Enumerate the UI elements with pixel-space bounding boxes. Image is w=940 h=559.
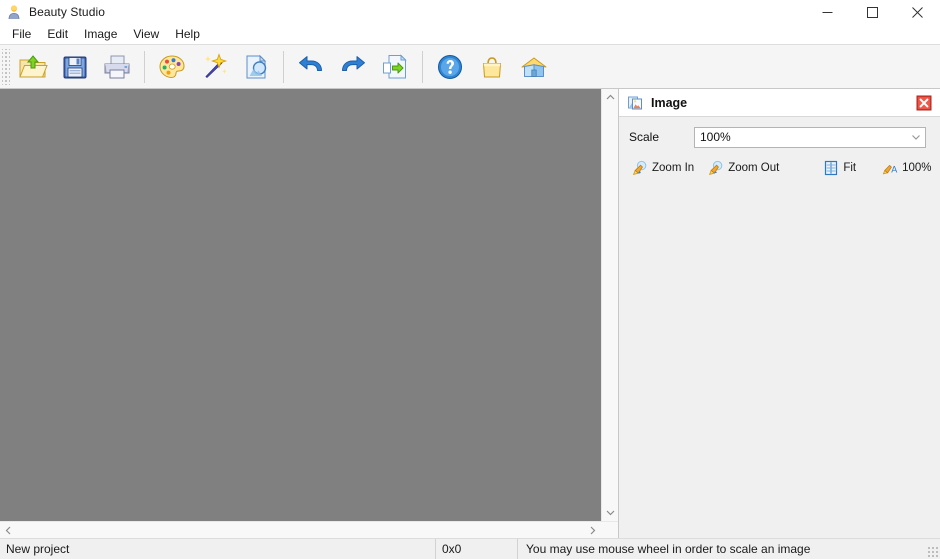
image-panel: Image Scale 100% Zoom In Zoom Out Fit A … — [618, 89, 940, 538]
menu-item-edit[interactable]: Edit — [39, 25, 76, 44]
svg-text:A: A — [891, 164, 897, 174]
person-bust-icon — [6, 4, 22, 20]
close-icon — [912, 6, 923, 18]
scale-label: Scale — [629, 130, 660, 144]
open-folder-icon — [19, 54, 48, 77]
close-red-icon — [916, 95, 932, 111]
minimize-button[interactable] — [805, 0, 850, 24]
image-preview-icon — [246, 54, 267, 78]
close-button[interactable] — [895, 0, 940, 24]
vertical-scroll-track[interactable] — [602, 106, 618, 504]
canvas-row — [0, 89, 618, 521]
zoom-out-action[interactable]: Zoom Out — [708, 158, 779, 178]
menu-item-file[interactable]: File — [4, 25, 39, 44]
menu-item-view[interactable]: View — [125, 25, 167, 44]
minimize-icon — [822, 11, 833, 13]
resize-grip[interactable] — [927, 546, 939, 558]
image-panel-icon — [627, 95, 643, 111]
home-button[interactable] — [513, 47, 555, 87]
scale-combobox[interactable]: 100% — [694, 126, 926, 148]
window-title: Beauty Studio — [29, 5, 106, 19]
title-bar: Beauty Studio — [0, 0, 940, 24]
zoom-in-icon — [632, 160, 648, 176]
open-button[interactable] — [12, 47, 54, 87]
chevron-up-icon[interactable] — [602, 89, 618, 106]
preview-button[interactable] — [235, 47, 277, 87]
canvas-vertical-scrollbar[interactable] — [601, 89, 618, 521]
workspace: Image Scale 100% Zoom In Zoom Out Fit A … — [0, 89, 940, 539]
buy-button[interactable] — [471, 47, 513, 87]
redo-icon — [342, 55, 365, 71]
zoom-in-label: Zoom In — [652, 162, 695, 174]
menu-item-help[interactable]: Help — [167, 25, 208, 44]
undo-icon — [299, 55, 322, 71]
export-page-icon — [383, 53, 407, 78]
horizontal-scroll-track[interactable] — [17, 522, 584, 538]
colors-button[interactable] — [151, 47, 193, 87]
toolbar — [0, 44, 940, 89]
toolbar-separator — [422, 50, 423, 83]
export-button[interactable] — [374, 47, 416, 87]
status-dimensions: 0x0 — [435, 539, 517, 559]
scale-row: Scale 100% — [619, 126, 940, 148]
menu-bar: File Edit Image View Help — [0, 24, 940, 44]
maximize-icon — [867, 6, 878, 18]
actual-size-icon: A — [882, 160, 898, 176]
help-icon — [438, 54, 462, 79]
canvas-area — [0, 89, 618, 539]
save-button[interactable] — [54, 47, 96, 87]
chevron-right-icon[interactable] — [584, 522, 601, 538]
status-project: New project — [6, 542, 70, 556]
image-panel-header: Image — [619, 89, 940, 117]
image-panel-body: Scale 100% Zoom In Zoom Out Fit A 100% — [619, 117, 940, 538]
undo-button[interactable] — [290, 47, 332, 87]
fit-page-icon — [823, 160, 839, 176]
home-icon — [521, 57, 547, 77]
scroll-corner — [601, 522, 618, 539]
toolbar-separator — [144, 50, 145, 83]
zoom-out-icon — [708, 160, 724, 176]
zoom-out-label: Zoom Out — [728, 162, 780, 174]
scale-combobox-value: 100% — [700, 130, 731, 144]
chevron-left-icon[interactable] — [0, 522, 17, 538]
menu-item-image[interactable]: Image — [76, 25, 125, 44]
maximize-button[interactable] — [850, 0, 895, 24]
zoom-in-action[interactable]: Zoom In — [632, 158, 694, 178]
print-button[interactable] — [96, 47, 138, 87]
status-hint: You may use mouse wheel in order to scal… — [517, 539, 940, 559]
fit-action[interactable]: Fit — [823, 158, 856, 178]
chevron-down-icon[interactable] — [907, 132, 925, 142]
zoom-actions-row: Zoom In Zoom Out Fit A 100% — [619, 156, 940, 180]
image-panel-close-button[interactable] — [915, 94, 933, 112]
actual-size-label: 100% — [902, 162, 932, 174]
printer-icon — [104, 55, 130, 78]
image-canvas[interactable] — [0, 89, 601, 521]
status-bar: New project 0x0 You may use mouse wheel … — [0, 538, 940, 559]
fit-label: Fit — [843, 162, 857, 174]
application-window: Beauty Studio File Edit Image View Help … — [0, 0, 940, 559]
effects-button[interactable] — [193, 47, 235, 87]
chevron-down-icon[interactable] — [602, 504, 618, 521]
window-controls — [805, 0, 940, 24]
canvas-horizontal-scrollbar[interactable] — [0, 521, 618, 539]
redo-button[interactable] — [332, 47, 374, 87]
image-panel-title: Image — [651, 95, 688, 110]
help-button[interactable] — [429, 47, 471, 87]
toolbar-grip[interactable] — [2, 48, 10, 85]
toolbar-separator — [283, 50, 284, 83]
shopping-bag-icon — [482, 56, 502, 77]
actual-size-action[interactable]: A 100% — [882, 158, 932, 178]
palette-icon — [159, 54, 185, 78]
magic-wand-icon — [205, 52, 228, 78]
save-floppy-icon — [63, 56, 87, 78]
